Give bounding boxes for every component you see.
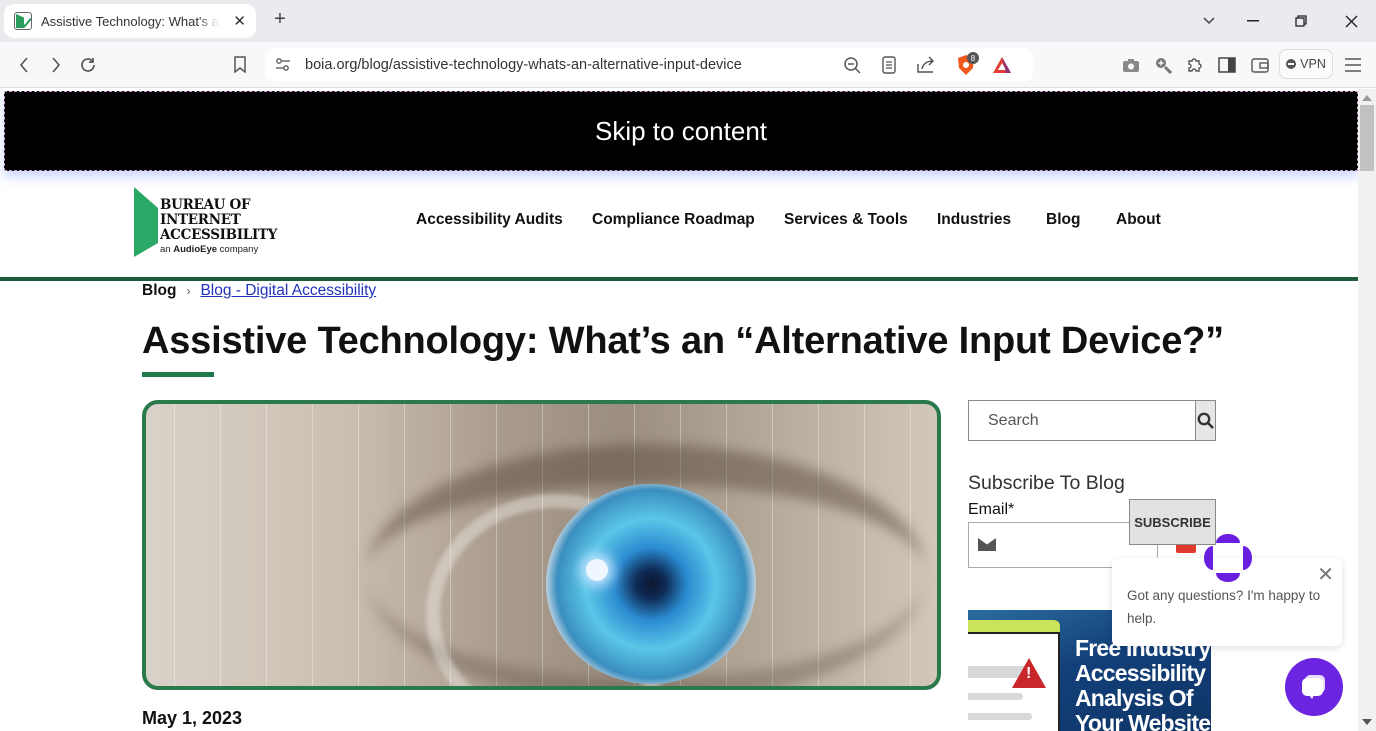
screenshot-camera-icon[interactable] (1119, 53, 1143, 77)
new-tab-button[interactable]: + (270, 8, 290, 31)
ad-line-4: Your Website (1075, 710, 1211, 731)
logo-line-2: INTERNET (160, 212, 241, 228)
shield-count-badge: 8 (967, 52, 979, 64)
nav-about[interactable]: About (1116, 211, 1161, 229)
search-input[interactable] (969, 401, 1195, 440)
ad-window-titlebar (968, 620, 1060, 634)
logo-wordmark: BUREAU OF INTERNET ACCESSIBILITY (160, 198, 277, 243)
breadcrumb: Blog › Blog - Digital Accessibility (142, 282, 376, 300)
hero-image-eye (142, 400, 941, 690)
title-underline (142, 372, 214, 377)
logo-line-3: ACCESSIBILITY (160, 227, 278, 243)
tagline-prefix: an (160, 244, 171, 255)
reload-icon[interactable] (76, 53, 100, 77)
site-settings-icon[interactable] (275, 57, 291, 78)
minimize-button[interactable] (1230, 0, 1276, 42)
pupil-glow (586, 559, 608, 581)
reader-mode-icon[interactable] (882, 56, 896, 79)
site-favicon-icon (14, 12, 32, 30)
email-label: Email* (968, 501, 1015, 518)
zoom-out-icon[interactable] (843, 56, 861, 79)
zoom-extension-icon[interactable] (1151, 53, 1175, 77)
iris (546, 484, 756, 684)
subscribe-button[interactable]: SUBSCRIBE (1129, 499, 1216, 545)
scroll-down-arrow-icon[interactable] (1362, 719, 1372, 725)
logo-tagline: an AudioEye company (160, 244, 258, 255)
bookmark-icon[interactable] (228, 53, 252, 77)
page-viewport: Skip to content BUREAU OF INTERNET ACCES… (0, 89, 1358, 731)
chat-bot-logo-icon (1204, 534, 1252, 582)
boia-logo[interactable]: BUREAU OF INTERNET ACCESSIBILITY an Audi… (134, 187, 277, 259)
page-title: Assistive Technology: What’s an “Alterna… (142, 320, 1224, 362)
vpn-status-icon (1286, 59, 1297, 69)
back-icon[interactable] (12, 53, 36, 77)
nav-services-tools[interactable]: Services & Tools (784, 211, 908, 229)
main-menu-icon[interactable] (1341, 53, 1365, 77)
search-form (968, 400, 1216, 441)
sidebar-toggle-icon[interactable] (1215, 53, 1239, 77)
subscribe-heading: Subscribe To Blog (968, 472, 1125, 494)
address-bar[interactable]: boia.org/blog/assistive-technology-whats… (265, 48, 1033, 82)
vpn-button[interactable]: VPN (1279, 49, 1333, 79)
page-scrollbar[interactable] (1358, 89, 1376, 731)
logo-flag-icon (134, 187, 158, 257)
ad-headline: Free Industry Accessibility Analysis Of … (1075, 636, 1211, 731)
vpn-label: VPN (1300, 57, 1326, 71)
nav-blog[interactable]: Blog (1046, 211, 1080, 229)
breadcrumb-current-link[interactable]: Blog - Digital Accessibility (200, 282, 376, 300)
tab-close-icon[interactable]: ✕ (233, 12, 246, 30)
scrollbar-thumb[interactable] (1360, 105, 1374, 171)
breadcrumb-root[interactable]: Blog (142, 282, 176, 300)
wallet-icon[interactable] (1248, 53, 1272, 77)
tab-title: Assistive Technology: What's an “Alterna… (41, 13, 219, 29)
restore-button[interactable] (1278, 0, 1324, 42)
search-button[interactable] (1195, 401, 1215, 440)
ad-line (968, 693, 1023, 700)
tab-search-chevron-icon[interactable] (1186, 0, 1232, 42)
browser-toolbar: boia.org/blog/assistive-technology-whats… (0, 42, 1376, 88)
skip-to-content-link[interactable]: Skip to content (4, 91, 1358, 171)
chat-message: Got any questions? I'm happy to help. (1127, 588, 1321, 626)
ad-line-3: Analysis Of (1075, 685, 1194, 711)
chat-launcher-button[interactable] (1285, 658, 1343, 716)
extensions-puzzle-icon[interactable] (1183, 53, 1207, 77)
brave-shields-icon[interactable]: 8 (955, 52, 979, 81)
browser-tab-bar: Assistive Technology: What's an “Alterna… (0, 0, 1376, 42)
search-icon (1197, 412, 1214, 429)
envelope-icon (978, 538, 996, 551)
brave-rewards-icon[interactable] (992, 56, 1012, 79)
share-icon[interactable] (916, 56, 936, 79)
nav-compliance-roadmap[interactable]: Compliance Roadmap (592, 211, 755, 229)
breadcrumb-separator-icon: › (186, 284, 191, 298)
ad-line (968, 713, 1032, 720)
nav-industries[interactable]: Industries (937, 211, 1011, 229)
tagline-suffix: company (219, 244, 259, 255)
close-window-button[interactable] (1328, 0, 1374, 42)
tagline-brand: AudioEye (173, 244, 218, 255)
forward-icon[interactable] (44, 53, 68, 77)
browser-tab[interactable]: Assistive Technology: What's an “Alterna… (4, 4, 256, 38)
nav-accessibility-audits[interactable]: Accessibility Audits (416, 211, 563, 229)
chat-bubble-icon (1302, 675, 1325, 699)
post-date: May 1, 2023 (142, 708, 243, 728)
ad-line-2: Accessibility (1075, 660, 1206, 686)
url-text[interactable]: boia.org/blog/assistive-technology-whats… (305, 57, 742, 73)
header-divider (0, 277, 1358, 281)
logo-line-1: BUREAU OF (160, 197, 251, 213)
scroll-up-arrow-icon[interactable] (1362, 95, 1372, 101)
